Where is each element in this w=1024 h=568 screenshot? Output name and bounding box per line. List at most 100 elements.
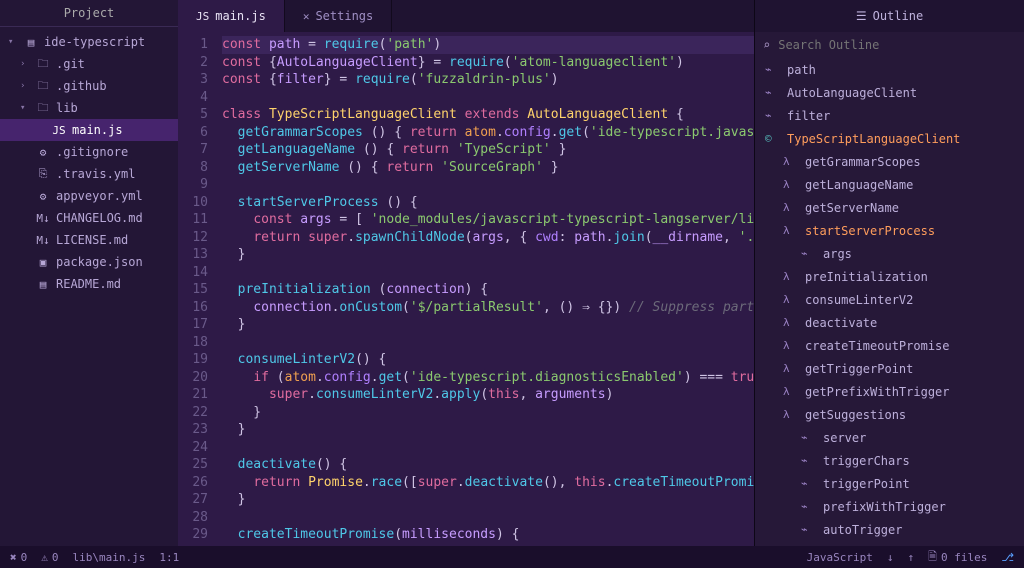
outline-item-triggerPoint[interactable]: ⌁ triggerPoint [755,472,1024,495]
outline-label: triggerChars [823,454,910,468]
outline-item-prefixWithTrigger[interactable]: ⌁prefixWithTrigger [755,495,1024,518]
tree-item-label: appveyor.yml [56,189,143,203]
tree-item-main-js[interactable]: JS main.js [0,119,178,141]
outline-item-getPrefixWithTrigger[interactable]: λgetPrefixWithTrigger [755,380,1024,403]
outline-search-input[interactable] [778,38,1016,52]
outline-item-autoTrigger[interactable]: ⌁ autoTrigger [755,518,1024,541]
github-icon[interactable]: ⎇ [1001,551,1014,564]
folder-icon: 🗀 [36,99,50,118]
tree-item-CHANGELOG-md[interactable]: M↓ CHANGELOG.md [0,207,178,229]
tree-item-appveyor-yml[interactable]: ⚙ appveyor.yml [0,185,178,207]
outline-item-args[interactable]: ⌁args [755,242,1024,265]
var-icon: ⌁ [765,63,779,76]
gear-icon: ⚙ [36,146,50,159]
tree-item--gitignore[interactable]: ⚙ .gitignore [0,141,178,163]
outline-item-AutoLanguageClient[interactable]: ⌁ AutoLanguageClient [755,81,1024,104]
fn-icon: λ [783,270,797,283]
fn-icon: λ [783,178,797,191]
outline-label: TypeScriptLanguageClient [787,132,960,146]
var-icon: ⌁ [765,86,779,99]
outline-label: prefixWithTrigger [823,500,946,514]
var-icon: ⌁ [801,477,815,490]
outline-item-server[interactable]: ⌁ server [755,426,1024,449]
code-area[interactable]: const path = require('path')const {AutoL… [218,32,754,546]
status-language[interactable]: JavaScript [807,551,873,564]
tree-item-README-md[interactable]: ▤ README.md [0,273,178,295]
md-icon: M↓ [36,234,50,247]
tab-main-js[interactable]: JSmain.js [178,0,285,32]
status-errors[interactable]: ✖ 0 [10,551,27,564]
var-icon: ⌁ [801,523,815,536]
md-icon: M↓ [36,212,50,225]
book-icon: ▤ [24,36,38,49]
var-icon: ⌁ [801,454,815,467]
tree-item-label: .git [56,57,85,71]
tree-item-label: package.json [56,255,143,269]
tree-item-label: CHANGELOG.md [56,211,143,225]
outline-label: deactivate [805,316,877,330]
outline-label: autoTrigger [823,523,902,537]
outline-label: AutoLanguageClient [787,86,917,100]
outline-item-filter[interactable]: ⌁filter [755,104,1024,127]
outline-item-startServerProcess[interactable]: λstartServerProcess [755,219,1024,242]
tree-item-label: .gitignore [56,145,128,159]
tree-root[interactable]: ▾ ▤ ide-typescript [0,31,178,53]
outline-item-triggerChars[interactable]: ⌁ triggerChars [755,449,1024,472]
fn-icon: λ [783,316,797,329]
arrow-down-icon[interactable]: ↓ [887,551,894,564]
outline-label: args [823,247,852,261]
outline-item-getLanguageName[interactable]: λ getLanguageName [755,173,1024,196]
outline-item-TypeScriptLanguageClient[interactable]: ©TypeScriptLanguageClient [755,127,1024,150]
line-gutter: 1234567891011121314151617181920212223242… [178,32,218,546]
outline-item-getTriggerPoint[interactable]: λgetTriggerPoint [755,357,1024,380]
search-icon: ⌕ [763,38,770,52]
fn-icon: λ [783,293,797,306]
chevron-icon: › [20,81,30,91]
outline-label: triggerPoint [823,477,910,491]
outline-item-deactivate[interactable]: λ deactivate [755,311,1024,334]
outline-item-consumeLinterV2[interactable]: λconsumeLinterV2 [755,288,1024,311]
gear-icon: ⚙ [36,190,50,203]
outline-search: ⌕ [755,32,1024,58]
tree-item-label: README.md [56,277,121,291]
folder-icon: 🗀 [36,77,50,96]
editor-pane: JSmain.js✕Settings 123456789101112131415… [178,0,754,546]
tree-item-label: main.js [72,123,123,137]
fn-icon: λ [783,339,797,352]
list-icon: ☰ [856,9,867,23]
tree-item-label: lib [56,101,78,115]
tree-item-lib[interactable]: ▾🗀lib [0,97,178,119]
tree-item-package-json[interactable]: ▣package.json [0,251,178,273]
outline-item-preInitialization[interactable]: λpreInitialization [755,265,1024,288]
js-icon: JS [52,124,66,137]
outline-item-createTimeoutPromise[interactable]: λ createTimeoutPromise [755,334,1024,357]
tree-item--git[interactable]: ›🗀.git [0,53,178,75]
outline-item-getGrammarScopes[interactable]: λgetGrammarScopes [755,150,1024,173]
code-icon: ⎘ [36,167,50,181]
project-sidebar: Project ▾ ▤ ide-typescript ›🗀.git›🗀.gith… [0,0,178,546]
book-icon: ▤ [36,278,50,291]
outline-label: server [823,431,866,445]
fn-icon: λ [783,385,797,398]
outline-item-getSuggestions[interactable]: λgetSuggestions [755,403,1024,426]
outline-label: createTimeoutPromise [805,339,950,353]
tab-settings[interactable]: ✕Settings [285,0,392,32]
var-icon: ⌁ [801,431,815,444]
tree-item-label: .github [56,79,107,93]
arrow-up-icon[interactable]: ↑ [907,551,914,564]
status-files[interactable]: 🗎 0 files [928,548,987,567]
fn-icon: λ [783,224,797,237]
chevron-down-icon: ▾ [8,37,18,47]
outline-item-path[interactable]: ⌁ path [755,58,1024,81]
outline-label: getGrammarScopes [805,155,921,169]
outline-label: getTriggerPoint [805,362,913,376]
outline-label: getLanguageName [805,178,913,192]
tree-item--travis-yml[interactable]: ⎘.travis.yml [0,163,178,185]
status-warnings[interactable]: ⚠ 0 [41,551,58,564]
tab-label: main.js [215,9,266,23]
tree-item-LICENSE-md[interactable]: M↓LICENSE.md [0,229,178,251]
code-editor[interactable]: 1234567891011121314151617181920212223242… [178,32,754,546]
outline-label: path [787,63,816,77]
tree-item--github[interactable]: › 🗀 .github [0,75,178,97]
outline-item-getServerName[interactable]: λgetServerName [755,196,1024,219]
